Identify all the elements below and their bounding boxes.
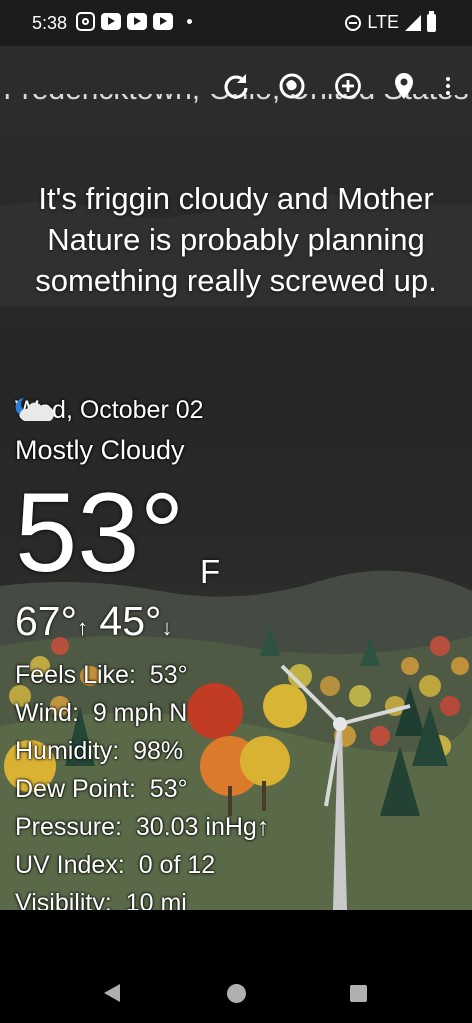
status-bar: 5:38 LTE [0, 0, 472, 46]
condition-text: Mostly Cloudy [15, 435, 185, 465]
more-notifications-icon [187, 19, 192, 24]
network-type: LTE [367, 12, 399, 32]
signal-icon [405, 14, 421, 31]
recent-apps-button[interactable] [350, 985, 367, 1002]
current-temperature: 53° [15, 470, 185, 595]
condition-row: Mostly Cloudy [15, 398, 204, 466]
weather-background: Fredericktown, Ohio, United States It's … [0, 46, 472, 910]
detail-row-wind: Wind: 9 mph N [15, 699, 188, 727]
location-name: Fredericktown, Ohio, United States [0, 94, 472, 116]
weather-quip: It's friggin cloudy and Mother Nature is… [35, 181, 437, 298]
partly-cloudy-night-icon [15, 398, 55, 421]
weather-details: Feels Like: 53° Wind: 9 mph N Humidity: … [15, 656, 269, 910]
home-button[interactable] [227, 984, 246, 1003]
youtube-icon [101, 13, 121, 30]
high-temp: 67° [15, 598, 78, 644]
high-low: 67°↑ 45°↓ [15, 598, 172, 645]
detail-row-humidity: Humidity: 98% [15, 737, 184, 765]
low-arrow-icon: ↓ [161, 615, 173, 640]
status-time: 5:38 [32, 13, 68, 33]
detail-row-visibility: Visibility: 10 mi [15, 889, 187, 910]
low-temp: 45° [99, 598, 162, 644]
do-not-disturb-icon [345, 14, 362, 31]
youtube-icon [153, 13, 173, 30]
more-options-icon[interactable] [436, 77, 460, 95]
high-arrow-icon: ↑ [77, 615, 89, 640]
detail-row-pressure: Pressure: 30.03 inHg↑ [15, 813, 270, 841]
battery-icon [427, 10, 436, 32]
detail-row-dew-point: Dew Point: 53° [15, 775, 188, 803]
system-status: LTE [345, 10, 436, 33]
detail-row-feels-like: Feels Like: 53° [15, 661, 188, 689]
navigation-bar [0, 910, 472, 1023]
temperature-unit: F [200, 553, 221, 590]
notification-icons [76, 12, 192, 31]
detail-row-uv-index: UV Index: 0 of 12 [15, 851, 216, 879]
youtube-icon [127, 13, 147, 30]
instagram-icon [76, 12, 95, 31]
back-button[interactable] [104, 984, 120, 1002]
conditions-block: Wed, October 02 Mostly Cloudy [15, 396, 204, 466]
